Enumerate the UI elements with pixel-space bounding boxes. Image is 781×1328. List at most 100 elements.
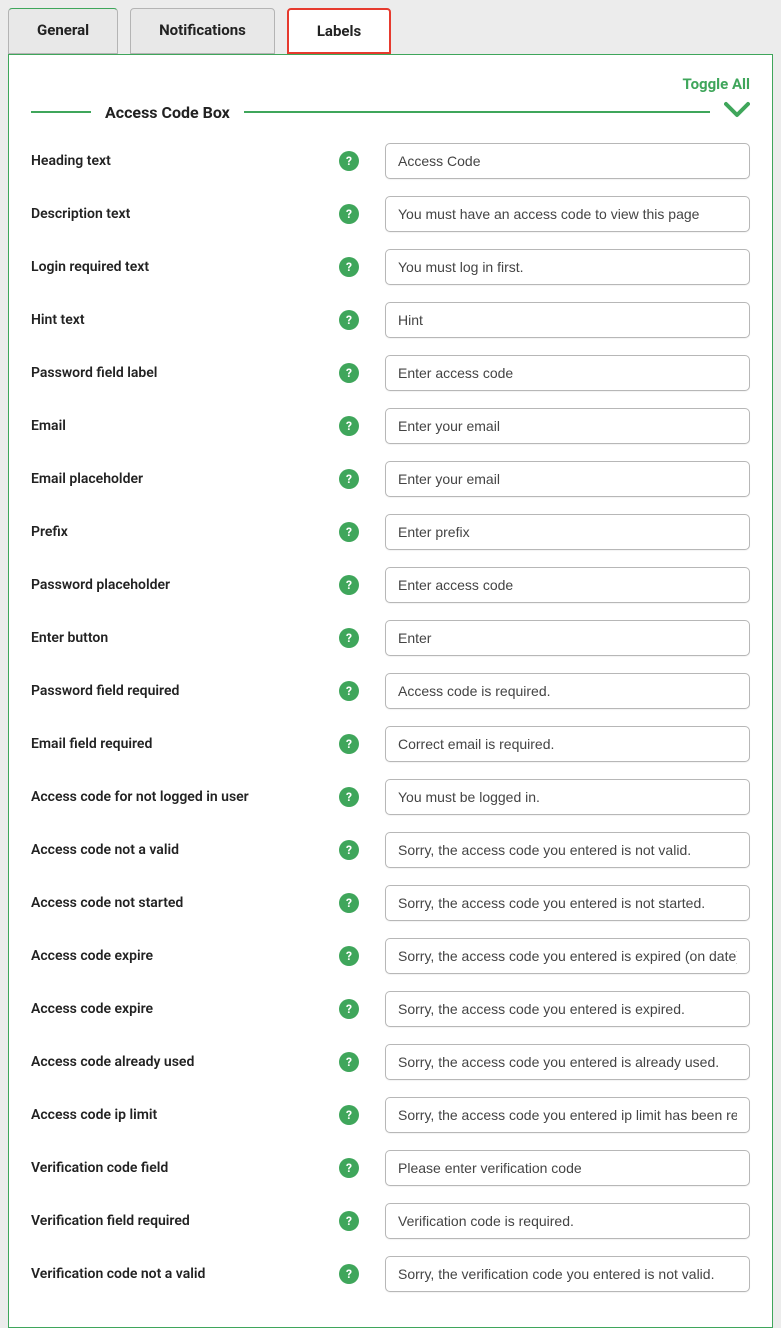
field-input[interactable] bbox=[385, 673, 750, 709]
help-icon[interactable]: ? bbox=[339, 469, 359, 489]
field-row: Password placeholder? bbox=[31, 567, 750, 603]
help-icon[interactable]: ? bbox=[339, 1105, 359, 1125]
chevron-down-icon[interactable] bbox=[724, 101, 750, 123]
field-label: Hint text bbox=[31, 312, 339, 328]
field-label: Heading text bbox=[31, 153, 339, 169]
field-row: Description text? bbox=[31, 196, 750, 232]
field-input[interactable] bbox=[385, 461, 750, 497]
field-input[interactable] bbox=[385, 1150, 750, 1186]
help-icon[interactable]: ? bbox=[339, 1211, 359, 1231]
field-label: Access code not started bbox=[31, 895, 339, 911]
field-row: Enter button? bbox=[31, 620, 750, 656]
field-row: Password field label? bbox=[31, 355, 750, 391]
tab-labels[interactable]: Labels bbox=[287, 8, 391, 54]
field-label: Access code not a valid bbox=[31, 842, 339, 858]
help-icon[interactable]: ? bbox=[339, 1158, 359, 1178]
tab-notifications[interactable]: Notifications bbox=[130, 8, 275, 54]
field-input[interactable] bbox=[385, 726, 750, 762]
help-icon[interactable]: ? bbox=[339, 787, 359, 807]
help-icon[interactable]: ? bbox=[339, 628, 359, 648]
help-icon[interactable]: ? bbox=[339, 363, 359, 383]
help-icon[interactable]: ? bbox=[339, 840, 359, 860]
field-input[interactable] bbox=[385, 620, 750, 656]
field-label: Email field required bbox=[31, 736, 339, 752]
field-row: Access code for not logged in user? bbox=[31, 779, 750, 815]
field-row: Access code already used? bbox=[31, 1044, 750, 1080]
field-label: Password field required bbox=[31, 683, 339, 699]
field-row: Access code expire? bbox=[31, 938, 750, 974]
field-input[interactable] bbox=[385, 355, 750, 391]
field-label: Password placeholder bbox=[31, 577, 339, 593]
field-input[interactable] bbox=[385, 1044, 750, 1080]
field-row: Hint text? bbox=[31, 302, 750, 338]
help-icon[interactable]: ? bbox=[339, 734, 359, 754]
field-input[interactable] bbox=[385, 1097, 750, 1133]
divider-line bbox=[244, 111, 710, 113]
field-input[interactable] bbox=[385, 196, 750, 232]
field-input[interactable] bbox=[385, 832, 750, 868]
tab-general[interactable]: General bbox=[8, 8, 118, 54]
field-label: Password field label bbox=[31, 365, 339, 381]
field-input[interactable] bbox=[385, 302, 750, 338]
section-title: Access Code Box bbox=[105, 103, 230, 122]
field-row: Email placeholder? bbox=[31, 461, 750, 497]
field-row: Prefix? bbox=[31, 514, 750, 550]
field-label: Verification field required bbox=[31, 1213, 339, 1229]
field-label: Email bbox=[31, 418, 339, 434]
field-input[interactable] bbox=[385, 885, 750, 921]
field-row: Verification code field? bbox=[31, 1150, 750, 1186]
field-row: Access code ip limit? bbox=[31, 1097, 750, 1133]
field-row: Verification field required? bbox=[31, 1203, 750, 1239]
help-icon[interactable]: ? bbox=[339, 310, 359, 330]
help-icon[interactable]: ? bbox=[339, 946, 359, 966]
help-icon[interactable]: ? bbox=[339, 893, 359, 913]
help-icon[interactable]: ? bbox=[339, 522, 359, 542]
field-input[interactable] bbox=[385, 1256, 750, 1292]
field-label: Access code for not logged in user bbox=[31, 789, 339, 805]
field-row: Heading text? bbox=[31, 143, 750, 179]
field-input[interactable] bbox=[385, 408, 750, 444]
fields-container: Heading text?Description text?Login requ… bbox=[31, 143, 750, 1292]
field-row: Verification code not a valid? bbox=[31, 1256, 750, 1292]
help-icon[interactable]: ? bbox=[339, 575, 359, 595]
help-icon[interactable]: ? bbox=[339, 416, 359, 436]
field-row: Email? bbox=[31, 408, 750, 444]
field-row: Login required text? bbox=[31, 249, 750, 285]
field-row: Password field required? bbox=[31, 673, 750, 709]
help-icon[interactable]: ? bbox=[339, 151, 359, 171]
field-input[interactable] bbox=[385, 249, 750, 285]
field-input[interactable] bbox=[385, 567, 750, 603]
help-icon[interactable]: ? bbox=[339, 204, 359, 224]
help-icon[interactable]: ? bbox=[339, 1052, 359, 1072]
field-label: Prefix bbox=[31, 524, 339, 540]
help-icon[interactable]: ? bbox=[339, 257, 359, 277]
section-header: Access Code Box bbox=[31, 101, 750, 123]
help-icon[interactable]: ? bbox=[339, 681, 359, 701]
field-input[interactable] bbox=[385, 991, 750, 1027]
field-input[interactable] bbox=[385, 143, 750, 179]
field-label: Verification code field bbox=[31, 1160, 339, 1176]
field-label: Email placeholder bbox=[31, 471, 339, 487]
field-input[interactable] bbox=[385, 938, 750, 974]
field-row: Email field required? bbox=[31, 726, 750, 762]
field-input[interactable] bbox=[385, 514, 750, 550]
tabs-bar: General Notifications Labels bbox=[0, 0, 781, 54]
field-label: Access code expire bbox=[31, 1001, 339, 1017]
field-label: Verification code not a valid bbox=[31, 1266, 339, 1282]
help-icon[interactable]: ? bbox=[339, 1264, 359, 1284]
field-row: Access code expire? bbox=[31, 991, 750, 1027]
field-input[interactable] bbox=[385, 779, 750, 815]
divider-line bbox=[31, 111, 91, 113]
labels-panel: Toggle All Access Code Box Heading text?… bbox=[8, 54, 773, 1328]
field-label: Access code already used bbox=[31, 1054, 339, 1070]
field-label: Login required text bbox=[31, 259, 339, 275]
toggle-row: Toggle All bbox=[31, 73, 750, 95]
field-input[interactable] bbox=[385, 1203, 750, 1239]
field-label: Enter button bbox=[31, 630, 339, 646]
field-label: Description text bbox=[31, 206, 339, 222]
field-label: Access code ip limit bbox=[31, 1107, 339, 1123]
toggle-all-link[interactable]: Toggle All bbox=[683, 75, 750, 93]
help-icon[interactable]: ? bbox=[339, 999, 359, 1019]
field-row: Access code not a valid? bbox=[31, 832, 750, 868]
field-row: Access code not started? bbox=[31, 885, 750, 921]
